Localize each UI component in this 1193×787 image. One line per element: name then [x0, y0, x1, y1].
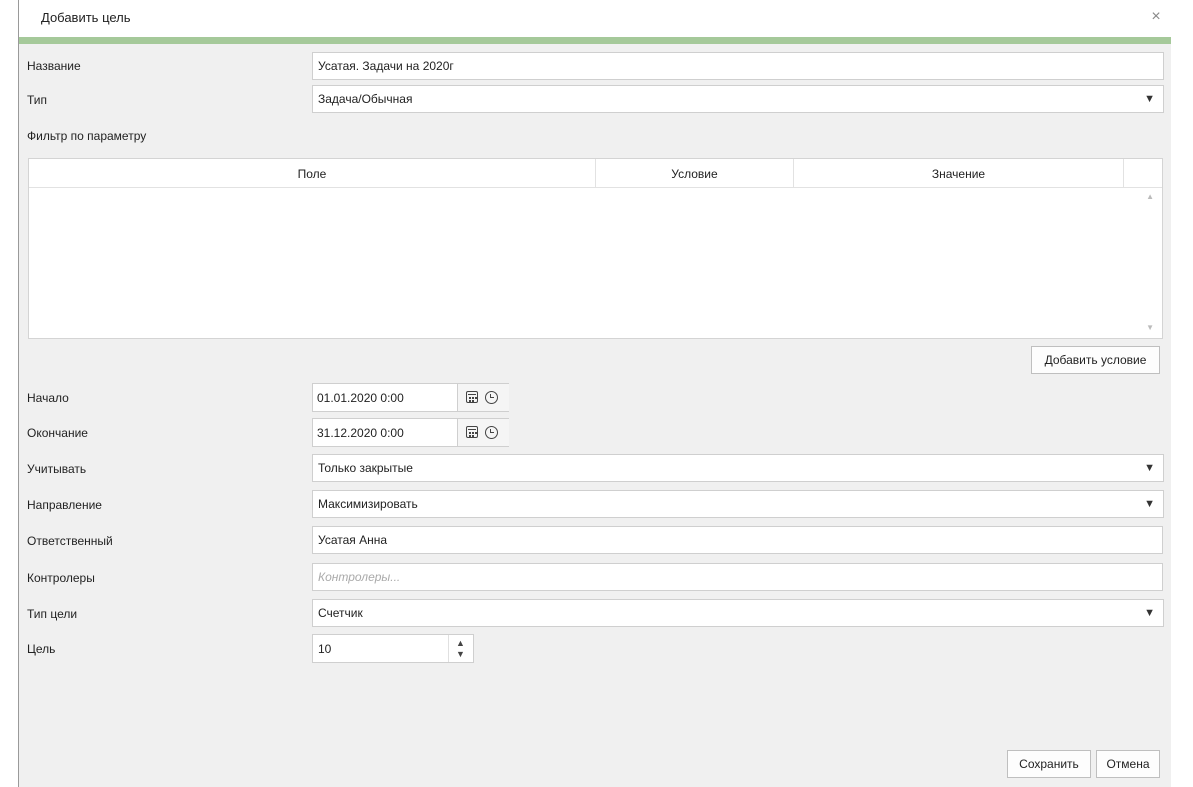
name-value: Усатая. Задачи на 2020г: [318, 59, 454, 73]
accent-bar: [19, 37, 1171, 44]
count-label: Учитывать: [27, 462, 87, 476]
chevron-down-icon: ▼: [1144, 607, 1155, 619]
direction-value: Максимизировать: [318, 497, 418, 511]
name-input[interactable]: Усатая. Задачи на 2020г: [312, 52, 1164, 80]
chevron-down-icon: ▼: [1144, 462, 1155, 474]
goal-label: Цель: [27, 642, 56, 656]
add-condition-button[interactable]: Добавить условие: [1031, 346, 1160, 374]
filter-label: Фильтр по параметру: [27, 129, 147, 143]
calendar-icon[interactable]: [466, 391, 478, 403]
start-value: 01.01.2020 0:00: [317, 391, 404, 405]
count-select[interactable]: Только закрытые ▼: [312, 454, 1164, 482]
type-value: Задача/Обычная: [318, 92, 413, 106]
scroll-down-icon[interactable]: ▼: [1146, 323, 1154, 332]
increment-icon[interactable]: ▲: [456, 638, 465, 648]
end-value: 31.12.2020 0:00: [317, 426, 404, 440]
goal-type-value: Счетчик: [318, 606, 363, 620]
type-label: Тип: [27, 93, 48, 107]
start-datetime-input[interactable]: 01.01.2020 0:00: [312, 383, 509, 412]
start-picker-buttons: [457, 384, 509, 411]
goal-type-select[interactable]: Счетчик ▼: [312, 599, 1164, 627]
owner-value: Усатая Анна: [318, 533, 388, 547]
controllers-input[interactable]: Контролеры...: [312, 563, 1163, 591]
column-header-value[interactable]: Значение: [794, 159, 1124, 188]
owner-input[interactable]: Усатая Анна: [312, 526, 1163, 554]
count-value: Только закрытые: [318, 461, 413, 475]
chevron-down-icon: ▼: [1144, 498, 1155, 510]
end-label: Окончание: [27, 426, 88, 440]
column-header-spacer: [1124, 159, 1162, 188]
clock-icon[interactable]: [485, 391, 498, 404]
calendar-icon[interactable]: [466, 426, 478, 438]
direction-label: Направление: [27, 498, 102, 512]
filter-table: Поле Условие Значение ▲ ▼: [28, 158, 1163, 339]
column-header-field[interactable]: Поле: [29, 159, 596, 188]
column-header-condition[interactable]: Условие: [596, 159, 794, 188]
decrement-icon[interactable]: ▼: [456, 649, 465, 659]
name-label: Название: [27, 59, 81, 73]
start-label: Начало: [27, 391, 69, 405]
dialog-title: Добавить цель: [41, 10, 131, 25]
direction-select[interactable]: Максимизировать ▼: [312, 490, 1164, 518]
cancel-button[interactable]: Отмена: [1096, 750, 1160, 778]
add-goal-dialog: Добавить цель × Название Усатая. Задачи …: [18, 0, 1171, 787]
controllers-placeholder: Контролеры...: [318, 570, 401, 584]
controllers-label: Контролеры: [27, 571, 95, 585]
dialog-header: Добавить цель ×: [19, 0, 1171, 37]
goal-number-input[interactable]: 10 ▲ ▼: [312, 634, 474, 663]
scroll-up-icon[interactable]: ▲: [1146, 192, 1154, 201]
close-icon[interactable]: ×: [1147, 8, 1165, 26]
end-picker-buttons: [457, 419, 509, 446]
type-select[interactable]: Задача/Обычная ▼: [312, 85, 1164, 113]
end-datetime-input[interactable]: 31.12.2020 0:00: [312, 418, 509, 447]
clock-icon[interactable]: [485, 426, 498, 439]
goal-value: 10: [318, 642, 332, 656]
save-button[interactable]: Сохранить: [1007, 750, 1091, 778]
goal-type-label: Тип цели: [27, 607, 78, 621]
goal-stepper: ▲ ▼: [448, 635, 473, 662]
chevron-down-icon: ▼: [1144, 93, 1155, 105]
owner-label: Ответственный: [27, 534, 113, 548]
